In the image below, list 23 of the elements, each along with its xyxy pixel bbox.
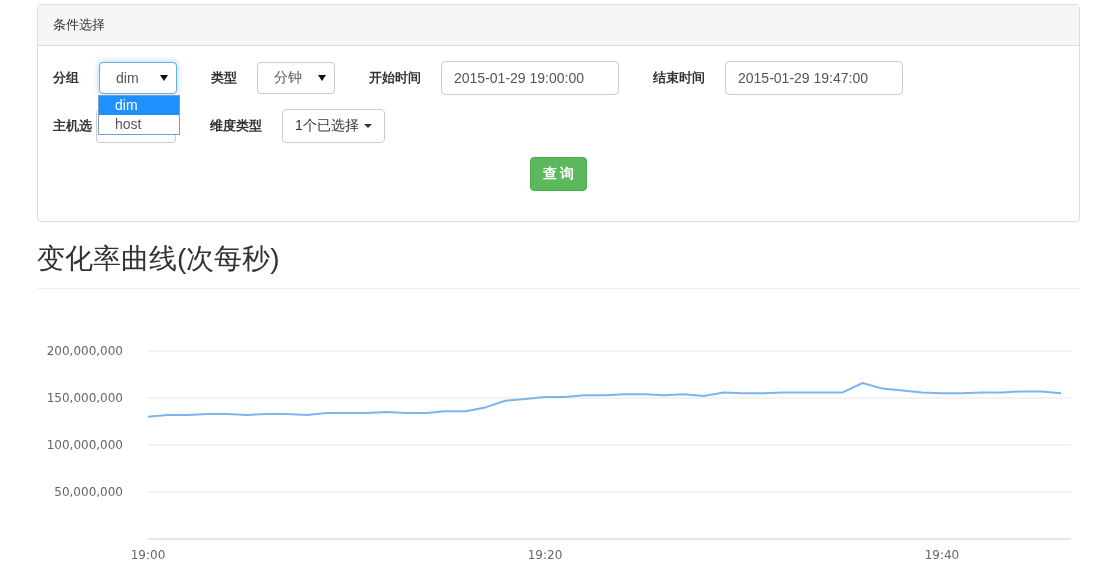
x-axis-label: 19:00 — [130, 548, 166, 562]
date-input[interactable]: 2015-01-29 19:00:00 — [441, 61, 619, 95]
dropdown-arrow-icon — [318, 75, 326, 81]
panel-title: 条件选择 — [53, 16, 105, 34]
field-label: 主机选 — [53, 117, 92, 135]
field-label: 分组 — [53, 69, 79, 87]
section-heading: 变化率曲线(次每秒) — [37, 242, 281, 276]
y-axis-label: 50,000,000 — [54, 485, 123, 499]
field-label: 开始时间 — [369, 69, 421, 87]
date-input[interactable]: 2015-01-29 19:47:00 — [725, 61, 903, 95]
y-axis-label: 200,000,000 — [46, 344, 123, 358]
dropdown-option[interactable]: host — [99, 115, 179, 134]
field-label: 结束时间 — [653, 69, 705, 87]
field-label: 类型 — [211, 69, 237, 87]
y-axis-label: 150,000,000 — [46, 391, 123, 405]
x-axis-label: 19:20 — [527, 548, 563, 562]
multiselect-button[interactable]: 1个已选择 — [282, 109, 385, 143]
caret-icon — [363, 124, 372, 128]
dropdown-arrow-icon — [160, 75, 168, 81]
field-label: 维度类型 — [210, 117, 262, 135]
x-axis-label: 19:40 — [924, 548, 960, 562]
select-field[interactable]: 分钟 — [257, 62, 335, 94]
y-axis-label: 100,000,000 — [46, 438, 123, 452]
